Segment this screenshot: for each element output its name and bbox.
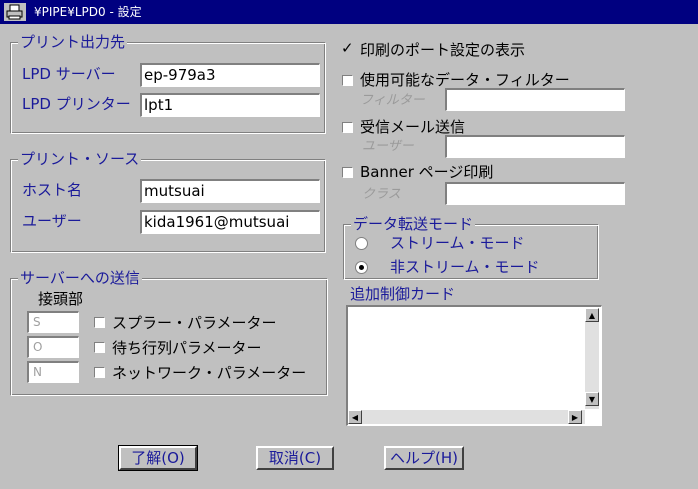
cancel-button[interactable]: 取消(C) [256, 446, 334, 470]
mail-label: 受信メール送信 [360, 118, 466, 136]
mail-user-label: ユーザー [362, 139, 414, 154]
title-bar[interactable]: ¥PIPE¥LPD0 - 設定 [0, 0, 698, 24]
queue-prefix-input[interactable]: O [27, 336, 79, 358]
print-dest-group [10, 42, 326, 134]
spooler-param-checkbox[interactable] [94, 317, 105, 328]
user-label: ユーザー [22, 212, 82, 230]
print-source-legend: プリント・ソース [18, 150, 142, 168]
scroll-right-button[interactable]: ▶ [568, 410, 582, 424]
nonstream-mode-radio[interactable] [355, 261, 368, 274]
banner-label: Banner ページ印刷 [360, 163, 494, 181]
print-source-group [10, 159, 326, 253]
send-to-server-legend: サーバーへの送信 [18, 269, 142, 287]
spooler-prefix-input[interactable]: S [27, 311, 79, 333]
host-name-label: ホスト名 [22, 181, 83, 199]
use-filter-label: 使用可能なデータ・フィルター [360, 71, 570, 89]
use-filter-checkbox[interactable] [342, 75, 353, 86]
scroll-down-button[interactable]: ▼ [585, 392, 599, 406]
stream-mode-radio[interactable] [355, 237, 368, 250]
filter-input[interactable] [445, 88, 625, 111]
ok-button[interactable]: 了解(O) [118, 445, 198, 471]
help-button[interactable]: ヘルプ(H) [384, 446, 464, 470]
scroll-up-button[interactable]: ▲ [585, 308, 599, 322]
network-prefix-input[interactable]: N [27, 361, 79, 383]
scroll-left-button[interactable]: ◀ [348, 410, 362, 424]
banner-checkbox[interactable] [342, 167, 353, 178]
control-card-label: 追加制御カード [350, 285, 456, 303]
lpd-printer-label: LPD プリンター [22, 95, 131, 113]
network-param-label: ネットワーク・パラメーター [112, 364, 307, 382]
show-port-label: 印刷のポート設定の表示 [360, 41, 526, 59]
lpd-printer-input[interactable]: lpt1 [140, 93, 320, 117]
transfer-mode-legend: データ転送モード [351, 215, 476, 233]
mail-checkbox[interactable] [342, 122, 353, 133]
control-card-textarea[interactable] [346, 305, 602, 426]
class-input[interactable] [445, 182, 625, 205]
stream-mode-label: ストリーム・モード [390, 234, 525, 252]
network-param-checkbox[interactable] [94, 367, 105, 378]
prefix-label: 接頭部 [38, 290, 84, 308]
filter-label: フィルター [360, 93, 425, 108]
mail-user-input[interactable] [445, 135, 625, 158]
printer-icon[interactable] [4, 3, 26, 21]
user-input[interactable]: kida1961@mutsuai [140, 210, 320, 234]
host-name-input[interactable]: mutsuai [140, 179, 320, 203]
horizontal-scrollbar[interactable] [348, 410, 585, 424]
lpd-server-input[interactable]: ep-979a3 [140, 63, 320, 87]
queue-param-label: 待ち行列パラメーター [112, 339, 262, 357]
lpd-server-label: LPD サーバー [22, 65, 116, 83]
spooler-param-label: スプラー・パラメーター [112, 314, 277, 332]
window-title: ¥PIPE¥LPD0 - 設定 [34, 5, 142, 19]
nonstream-mode-label: 非ストリーム・モード [390, 258, 540, 276]
class-label: クラス [362, 187, 401, 202]
print-dest-legend: プリント出力先 [18, 33, 128, 51]
queue-param-checkbox[interactable] [94, 342, 105, 353]
show-port-checkbox[interactable]: ✓ [341, 41, 355, 56]
